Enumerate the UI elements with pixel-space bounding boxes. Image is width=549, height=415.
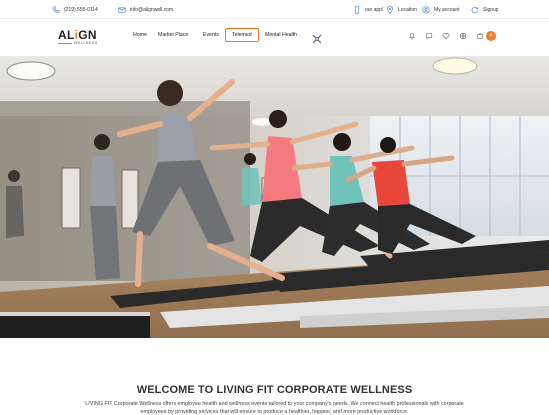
mobile-icon bbox=[352, 5, 361, 14]
user-icon bbox=[421, 5, 430, 14]
nav-home[interactable]: Home bbox=[133, 32, 147, 38]
welcome-section: WELCOME TO LIVING FIT CORPORATE WELLNESS… bbox=[0, 338, 549, 415]
email-address: info@alignwell.com bbox=[130, 6, 174, 13]
logo-subtitle: WELLNESS bbox=[74, 41, 98, 45]
bell-icon[interactable] bbox=[407, 32, 416, 41]
location-pin-icon bbox=[385, 5, 394, 14]
signup-icon bbox=[470, 5, 479, 14]
pilates-class-photo bbox=[0, 56, 549, 338]
email-contact[interactable]: info@alignwell.com bbox=[117, 4, 173, 15]
my-account-link[interactable]: My account bbox=[421, 4, 460, 15]
signup-link[interactable]: Signup bbox=[470, 4, 499, 15]
signup-label: Signup bbox=[483, 6, 499, 13]
brand-mark-icon[interactable] bbox=[312, 31, 322, 44]
phone-number: (219) 555-0114 bbox=[64, 6, 98, 13]
hero-banner-image bbox=[0, 56, 549, 338]
logo-text-al: AL bbox=[58, 28, 75, 42]
location-label: Location bbox=[398, 6, 417, 13]
mail-icon bbox=[117, 5, 126, 14]
heart-icon[interactable] bbox=[441, 32, 450, 41]
welcome-heading: WELCOME TO LIVING FIT CORPORATE WELLNESS bbox=[136, 384, 413, 396]
logo-underline bbox=[58, 43, 72, 44]
nav-utility-icons bbox=[407, 31, 484, 41]
chat-icon[interactable] bbox=[424, 32, 433, 41]
logo-text-gn: GN bbox=[78, 28, 97, 42]
main-navbar: ALiGN WELLNESS Home Market Place Events … bbox=[0, 19, 549, 56]
nav-events[interactable]: Events bbox=[203, 32, 219, 38]
my-account-label: My account bbox=[434, 6, 460, 13]
nav-telemed[interactable]: Telemed bbox=[225, 28, 259, 42]
nav-mental-health[interactable]: Mental Health bbox=[265, 32, 297, 38]
cart-icon[interactable] bbox=[475, 32, 484, 41]
globe-icon[interactable] bbox=[458, 32, 467, 41]
align-wellness-logo[interactable]: ALiGN WELLNESS bbox=[58, 28, 98, 48]
location-link[interactable]: Location bbox=[385, 4, 417, 15]
our-app-link[interactable]: our app! bbox=[352, 4, 383, 15]
logo-wordmark: ALiGN bbox=[58, 28, 97, 42]
our-app-label: our app! bbox=[365, 6, 384, 13]
welcome-description: LIVING FIT Corporate Wellness offers emp… bbox=[85, 401, 464, 415]
phone-icon bbox=[51, 5, 60, 14]
nav-market-place[interactable]: Market Place bbox=[158, 32, 188, 38]
avatar[interactable]: A bbox=[486, 31, 496, 41]
top-utility-bar: (219) 555-0114 info@alignwell.com our ap… bbox=[0, 0, 549, 19]
phone-contact[interactable]: (219) 555-0114 bbox=[51, 4, 98, 15]
